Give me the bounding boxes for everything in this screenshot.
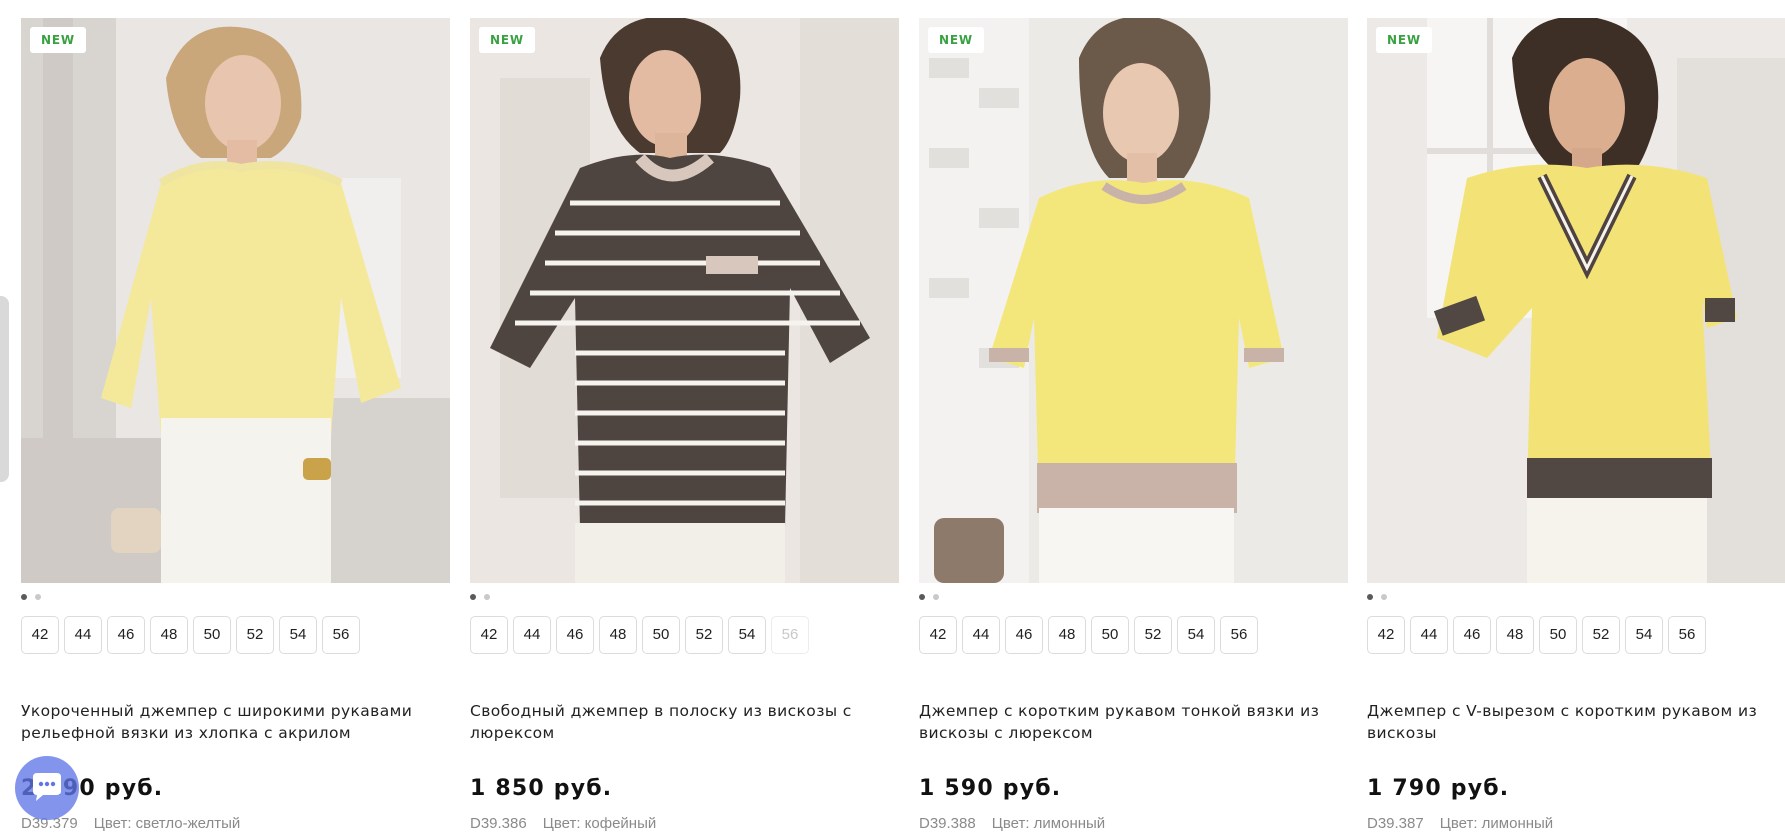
size-option[interactable]: 42 (21, 616, 59, 654)
size-option[interactable]: 54 (279, 616, 317, 654)
carousel-dot-active[interactable] (470, 594, 476, 600)
product-color: Цвет: кофейный (542, 815, 657, 832)
carousel-dots (470, 594, 498, 602)
size-option[interactable]: 54 (728, 616, 766, 654)
product-color: Цвет: лимонный (1439, 815, 1554, 832)
new-badge: NEW (479, 27, 535, 53)
product-card[interactable]: NEW 42 44 46 48 50 52 54 56 Джемпер с ко… (919, 18, 1348, 832)
new-badge: NEW (30, 27, 86, 53)
product-color: Цвет: светло-желтый (93, 815, 241, 832)
size-option[interactable]: 52 (1134, 616, 1172, 654)
size-option[interactable]: 50 (1539, 616, 1577, 654)
carousel-dot[interactable] (1381, 594, 1387, 600)
carousel-dot[interactable] (35, 594, 41, 600)
product-card[interactable]: NEW 42 44 46 48 50 52 54 56 Укороченный … (21, 18, 450, 832)
carousel-dot-active[interactable] (919, 594, 925, 600)
product-price: 1 590 руб. (919, 776, 1062, 801)
size-option[interactable]: 50 (1091, 616, 1129, 654)
chat-button[interactable] (15, 756, 79, 820)
product-grid: NEW 42 44 46 48 50 52 54 56 Укороченный … (0, 0, 1785, 839)
size-option[interactable]: 56 (1220, 616, 1258, 654)
size-option[interactable]: 42 (919, 616, 957, 654)
size-list: 42 44 46 48 50 52 54 56 (470, 616, 814, 654)
size-list: 42 44 46 48 50 52 54 56 (21, 616, 365, 654)
size-option[interactable]: 52 (236, 616, 274, 654)
product-price: 1 850 руб. (470, 776, 613, 801)
size-option[interactable]: 48 (1048, 616, 1086, 654)
product-photo[interactable]: NEW (919, 18, 1348, 583)
chat-bubble-icon (33, 773, 61, 801)
carousel-dots (919, 594, 947, 602)
product-color: Цвет: лимонный (991, 815, 1106, 832)
size-option[interactable]: 46 (556, 616, 594, 654)
product-title[interactable]: Свободный джемпер в полоску из вискозы с… (470, 700, 899, 744)
size-option[interactable]: 42 (470, 616, 508, 654)
size-option[interactable]: 42 (1367, 616, 1405, 654)
product-meta: D39.386 Цвет: кофейный (470, 815, 656, 832)
carousel-dot[interactable] (484, 594, 490, 600)
size-option[interactable]: 44 (962, 616, 1000, 654)
size-option[interactable]: 54 (1625, 616, 1663, 654)
product-card[interactable]: NEW 42 44 46 48 50 52 54 56 Свободный дж… (470, 18, 899, 832)
product-card[interactable]: NEW 42 44 46 48 50 52 54 56 Джемпер с V-… (1367, 18, 1785, 832)
size-option[interactable]: 46 (1005, 616, 1043, 654)
carousel-dot-active[interactable] (1367, 594, 1373, 600)
product-title[interactable]: Джемпер с V-вырезом с коротким рукавом и… (1367, 700, 1785, 744)
carousel-dot-active[interactable] (21, 594, 27, 600)
size-option[interactable]: 44 (513, 616, 551, 654)
product-meta: D39.388 Цвет: лимонный (919, 815, 1105, 832)
product-sku: D39.386 (470, 815, 527, 832)
carousel-dot[interactable] (933, 594, 939, 600)
carousel-dots (21, 594, 49, 602)
size-option[interactable]: 52 (1582, 616, 1620, 654)
product-meta: D39.387 Цвет: лимонный (1367, 815, 1553, 832)
product-sku: D39.388 (919, 815, 976, 832)
size-list: 42 44 46 48 50 52 54 56 (919, 616, 1263, 654)
size-list: 42 44 46 48 50 52 54 56 (1367, 616, 1711, 654)
product-sku: D39.387 (1367, 815, 1424, 832)
size-option[interactable]: 46 (107, 616, 145, 654)
size-option[interactable]: 46 (1453, 616, 1491, 654)
size-option[interactable]: 52 (685, 616, 723, 654)
size-option[interactable]: 44 (1410, 616, 1448, 654)
size-option[interactable]: 48 (599, 616, 637, 654)
size-option[interactable]: 54 (1177, 616, 1215, 654)
product-title[interactable]: Укороченный джемпер с широкими рукавами … (21, 700, 450, 744)
size-option[interactable]: 56 (1668, 616, 1706, 654)
carousel-dots (1367, 594, 1395, 602)
size-option[interactable]: 50 (642, 616, 680, 654)
product-photo[interactable]: NEW (470, 18, 899, 583)
size-option[interactable]: 44 (64, 616, 102, 654)
size-option[interactable]: 50 (193, 616, 231, 654)
product-title[interactable]: Джемпер с коротким рукавом тонкой вязки … (919, 700, 1348, 744)
size-option-unavailable: 56 (771, 616, 809, 654)
product-photo[interactable]: NEW (21, 18, 450, 583)
size-option[interactable]: 56 (322, 616, 360, 654)
product-photo[interactable]: NEW (1367, 18, 1785, 583)
new-badge: NEW (1376, 27, 1432, 53)
size-option[interactable]: 48 (150, 616, 188, 654)
new-badge: NEW (928, 27, 984, 53)
side-panel-tab[interactable] (0, 296, 9, 482)
size-option[interactable]: 48 (1496, 616, 1534, 654)
product-price: 1 790 руб. (1367, 776, 1510, 801)
